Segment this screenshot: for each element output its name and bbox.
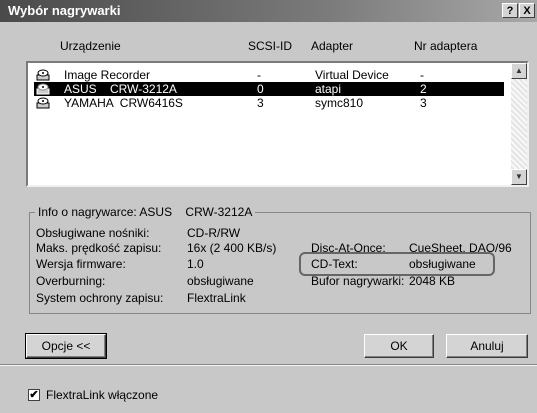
device-name: YAMAHA CRW6416S bbox=[64, 96, 183, 110]
device-adapter-no: 2 bbox=[420, 82, 427, 96]
device-name: Image Recorder bbox=[64, 68, 151, 82]
list-item[interactable]: YAMAHA CRW6416S 3 symc810 3 bbox=[34, 96, 504, 110]
close-button[interactable]: X bbox=[519, 3, 535, 18]
device-scsi-id: 3 bbox=[257, 96, 264, 110]
device-adapter-no: - bbox=[420, 68, 424, 82]
options-button[interactable]: Opcje << bbox=[25, 333, 107, 359]
column-header-adapter[interactable]: Adapter bbox=[311, 39, 353, 53]
write-speed-label: Maks. prędkość zapisu: bbox=[36, 241, 162, 255]
media-value: CD-R/RW bbox=[187, 226, 241, 240]
cd-drive-icon bbox=[36, 83, 50, 95]
scroll-down-arrow-icon[interactable]: ▼ bbox=[511, 169, 527, 185]
recorder-info-legend: Info o nagrywarce: ASUS CRW-3212A bbox=[35, 205, 256, 219]
cd-drive-icon bbox=[36, 97, 50, 109]
buffer-value: 2048 KB bbox=[409, 274, 456, 288]
device-scsi-id: 0 bbox=[257, 82, 264, 96]
buffer-label: Bufor nagrywarki: bbox=[311, 274, 405, 288]
device-list[interactable]: Image Recorder - Virtual Device - ASUS C… bbox=[26, 61, 529, 187]
device-name: ASUS CRW-3212A bbox=[64, 82, 177, 96]
device-adapter: symc810 bbox=[315, 96, 364, 110]
ok-button[interactable]: OK bbox=[364, 334, 434, 358]
help-button[interactable]: ? bbox=[502, 3, 518, 18]
overburning-value: obsługiwane bbox=[187, 274, 254, 288]
scroll-up-arrow-icon[interactable]: ▲ bbox=[511, 63, 527, 79]
flextralink-label[interactable]: FlextraLink włączone bbox=[46, 388, 158, 402]
write-protection-label: System ochrony zapisu: bbox=[36, 291, 164, 305]
media-label: Obsługiwane nośniki: bbox=[36, 226, 150, 240]
title-bar: Wybór nagrywarki ? X bbox=[0, 0, 537, 22]
cd-text-highlight bbox=[299, 252, 495, 276]
device-adapter: Virtual Device bbox=[315, 68, 389, 82]
separator bbox=[0, 364, 537, 366]
overburning-label: Overburning: bbox=[36, 274, 106, 288]
column-header-scsi-id[interactable]: SCSI-ID bbox=[248, 39, 292, 53]
firmware-value: 1.0 bbox=[187, 257, 204, 271]
device-adapter: atapi bbox=[315, 82, 342, 96]
list-item[interactable]: Image Recorder - Virtual Device - bbox=[34, 68, 504, 82]
device-scsi-id: - bbox=[257, 68, 261, 82]
vertical-scrollbar[interactable]: ▲ ▼ bbox=[511, 63, 527, 185]
column-header-adapter-no[interactable]: Nr adaptera bbox=[414, 39, 477, 53]
column-header-device[interactable]: Urządzenie bbox=[60, 39, 121, 53]
window-title: Wybór nagrywarki bbox=[8, 3, 121, 18]
write-speed-value: 16x (2 400 KB/s) bbox=[187, 241, 277, 255]
list-item-selected[interactable]: ASUS CRW-3212A 0 atapi 2 bbox=[34, 82, 504, 96]
cd-drive-icon bbox=[36, 69, 50, 81]
flextralink-checkbox[interactable]: ✔ bbox=[28, 389, 40, 401]
firmware-label: Wersja firmware: bbox=[36, 257, 126, 271]
device-adapter-no: 3 bbox=[420, 96, 427, 110]
write-protection-value: FlextraLink bbox=[187, 291, 246, 305]
cancel-button[interactable]: Anuluj bbox=[446, 334, 528, 358]
